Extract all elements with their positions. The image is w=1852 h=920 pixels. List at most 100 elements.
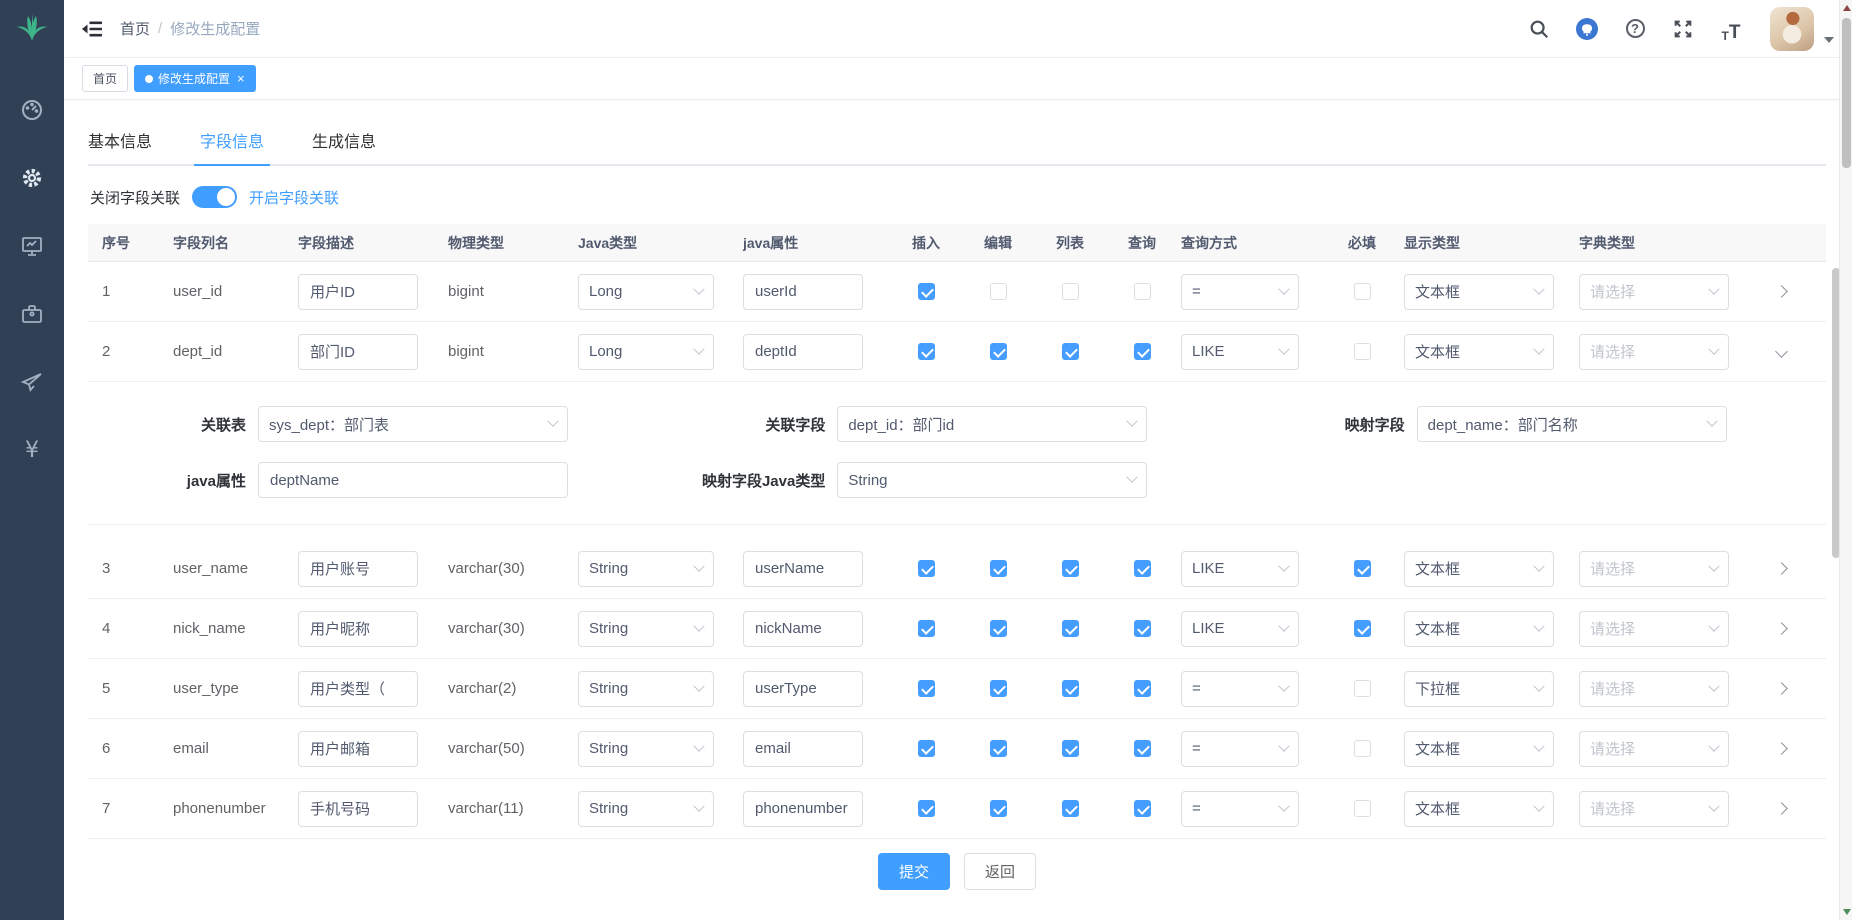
required-checkbox[interactable] [1354,283,1371,300]
user-menu[interactable] [1770,7,1834,51]
sidebar-item-deploy[interactable] [0,348,64,416]
query-mode-select[interactable]: LIKE [1181,611,1299,647]
java-attr-input[interactable] [743,551,863,587]
required-checkbox[interactable] [1354,680,1371,697]
expand-toggle[interactable] [1775,345,1788,358]
insert-checkbox[interactable] [918,283,935,300]
description-input[interactable] [298,551,418,587]
app-logo-icon[interactable] [12,8,52,48]
avatar[interactable] [1770,7,1814,51]
expand-toggle[interactable] [1775,285,1788,298]
query-mode-select[interactable]: = [1181,791,1299,827]
dict-type-select[interactable]: 请选择 [1579,671,1729,707]
expand-toggle[interactable] [1775,562,1788,575]
sidebar-item-tool[interactable] [0,280,64,348]
list-checkbox[interactable] [1062,283,1079,300]
query-checkbox[interactable] [1134,680,1151,697]
java-attr-input[interactable] [743,731,863,767]
dict-type-select[interactable]: 请选择 [1579,551,1729,587]
required-checkbox[interactable] [1354,800,1371,817]
back-button[interactable]: 返回 [964,853,1036,890]
query-mode-select[interactable]: LIKE [1181,551,1299,587]
java-type-select[interactable]: String [578,671,714,707]
edit-checkbox[interactable] [990,740,1007,757]
java-attr-input[interactable] [743,334,863,370]
list-checkbox[interactable] [1062,680,1079,697]
display-type-select[interactable]: 文本框 [1404,334,1554,370]
query-checkbox[interactable] [1134,740,1151,757]
display-type-select[interactable]: 文本框 [1404,274,1554,310]
tag-close-icon[interactable]: × [237,71,245,86]
expand-toggle[interactable] [1775,742,1788,755]
description-input[interactable] [298,611,418,647]
required-checkbox[interactable] [1354,620,1371,637]
insert-checkbox[interactable] [918,740,935,757]
java-attr-input[interactable] [743,611,863,647]
assoc-table-select[interactable]: sys_dept：部门表 [258,406,568,442]
dict-type-select[interactable]: 请选择 [1579,791,1729,827]
java-type-select[interactable]: Long [578,334,714,370]
submit-button[interactable]: 提交 [878,853,950,890]
java-type-select[interactable]: String [578,791,714,827]
dict-type-select[interactable]: 请选择 [1579,731,1729,767]
description-input[interactable] [298,671,418,707]
map-java-type-select[interactable]: String [837,462,1147,498]
insert-checkbox[interactable] [918,560,935,577]
expand-toggle[interactable] [1775,622,1788,635]
help-icon[interactable]: ? [1622,16,1648,42]
association-switch[interactable] [192,186,237,208]
sidebar-item-system[interactable] [0,144,64,212]
list-checkbox[interactable] [1062,620,1079,637]
insert-checkbox[interactable] [918,680,935,697]
edit-checkbox[interactable] [990,343,1007,360]
query-mode-select[interactable]: = [1181,731,1299,767]
description-input[interactable] [298,791,418,827]
query-mode-select[interactable]: = [1181,274,1299,310]
query-checkbox[interactable] [1134,283,1151,300]
expand-toggle[interactable] [1775,802,1788,815]
scroll-up-arrow-icon[interactable] [1843,5,1851,11]
list-checkbox[interactable] [1062,800,1079,817]
edit-checkbox[interactable] [990,560,1007,577]
fullscreen-icon[interactable] [1670,16,1696,42]
page-scrollbar-thumb[interactable] [1842,18,1851,168]
java-type-select[interactable]: String [578,551,714,587]
dict-type-select[interactable]: 请选择 [1579,611,1729,647]
breadcrumb-home[interactable]: 首页 [120,18,150,39]
list-checkbox[interactable] [1062,343,1079,360]
map-field-select[interactable]: dept_name：部门名称 [1417,406,1727,442]
tag-current-page[interactable]: 修改生成配置 × [134,65,256,92]
required-checkbox[interactable] [1354,740,1371,757]
association-on-label[interactable]: 开启字段关联 [249,187,339,208]
display-type-select[interactable]: 文本框 [1404,551,1554,587]
github-icon[interactable] [1574,16,1600,42]
assoc-field-select[interactable]: dept_id：部门id [837,406,1147,442]
display-type-select[interactable]: 文本框 [1404,791,1554,827]
edit-checkbox[interactable] [990,800,1007,817]
java-attr-input[interactable] [743,791,863,827]
java-type-select[interactable]: String [578,611,714,647]
list-checkbox[interactable] [1062,740,1079,757]
tab-field-info[interactable]: 字段信息 [200,120,264,164]
sidebar-fold-icon[interactable] [80,17,104,41]
description-input[interactable] [298,731,418,767]
insert-checkbox[interactable] [918,800,935,817]
display-type-select[interactable]: 下拉框 [1404,671,1554,707]
edit-checkbox[interactable] [990,283,1007,300]
list-checkbox[interactable] [1062,560,1079,577]
display-type-select[interactable]: 文本框 [1404,731,1554,767]
edit-checkbox[interactable] [990,680,1007,697]
sidebar-item-dashboard[interactable] [0,76,64,144]
font-size-icon[interactable]: TT [1718,16,1744,42]
required-checkbox[interactable] [1354,560,1371,577]
scroll-down-arrow-icon[interactable] [1843,909,1851,915]
page-scrollbar[interactable] [1839,0,1852,920]
java-attr-input[interactable] [743,671,863,707]
panel-java-attr-input[interactable] [258,462,568,498]
query-checkbox[interactable] [1134,343,1151,360]
query-mode-select[interactable]: = [1181,671,1299,707]
sidebar-item-finance[interactable]: ¥ [0,416,64,484]
query-checkbox[interactable] [1134,560,1151,577]
tab-basic-info[interactable]: 基本信息 [88,120,152,164]
insert-checkbox[interactable] [918,620,935,637]
